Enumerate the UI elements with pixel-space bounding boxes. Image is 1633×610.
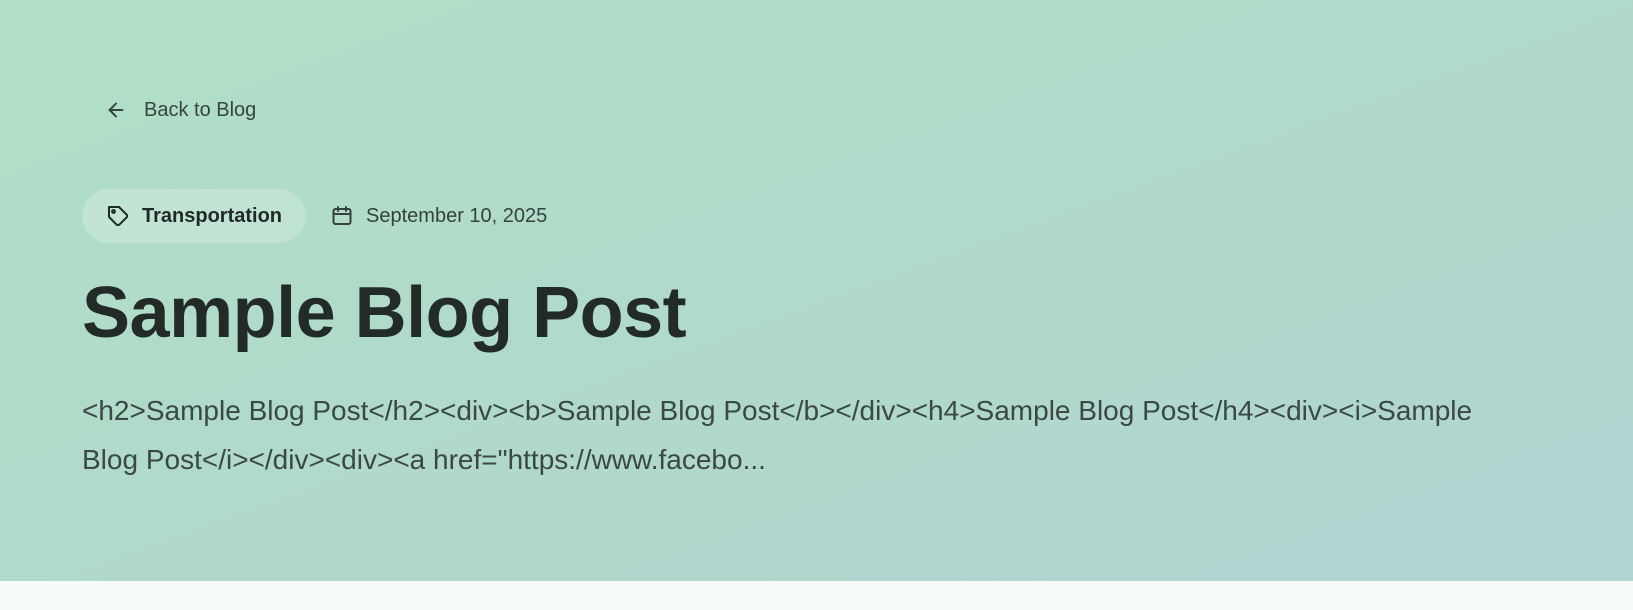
tag-icon <box>106 204 130 228</box>
category-label: Transportation <box>142 204 283 227</box>
page-title: Sample Blog Post <box>82 273 687 353</box>
publish-date-text: September 10, 2025 <box>366 204 548 227</box>
back-to-blog-link[interactable]: Back to Blog <box>104 96 256 124</box>
publish-date: September 10, 2025 <box>330 204 547 228</box>
back-to-blog-label: Back to Blog <box>144 99 257 121</box>
post-meta: Transportation September 10, 2025 <box>82 189 547 243</box>
post-excerpt: <h2>Sample Blog Post</h2><div><b>Sample … <box>82 395 1473 475</box>
calendar-icon <box>330 204 354 228</box>
blog-post-hero: Back to Blog Transportation September 10… <box>0 0 1633 581</box>
category-badge[interactable]: Transportation <box>82 189 307 243</box>
page-content-area <box>0 581 1633 610</box>
arrow-left-icon <box>104 98 128 122</box>
